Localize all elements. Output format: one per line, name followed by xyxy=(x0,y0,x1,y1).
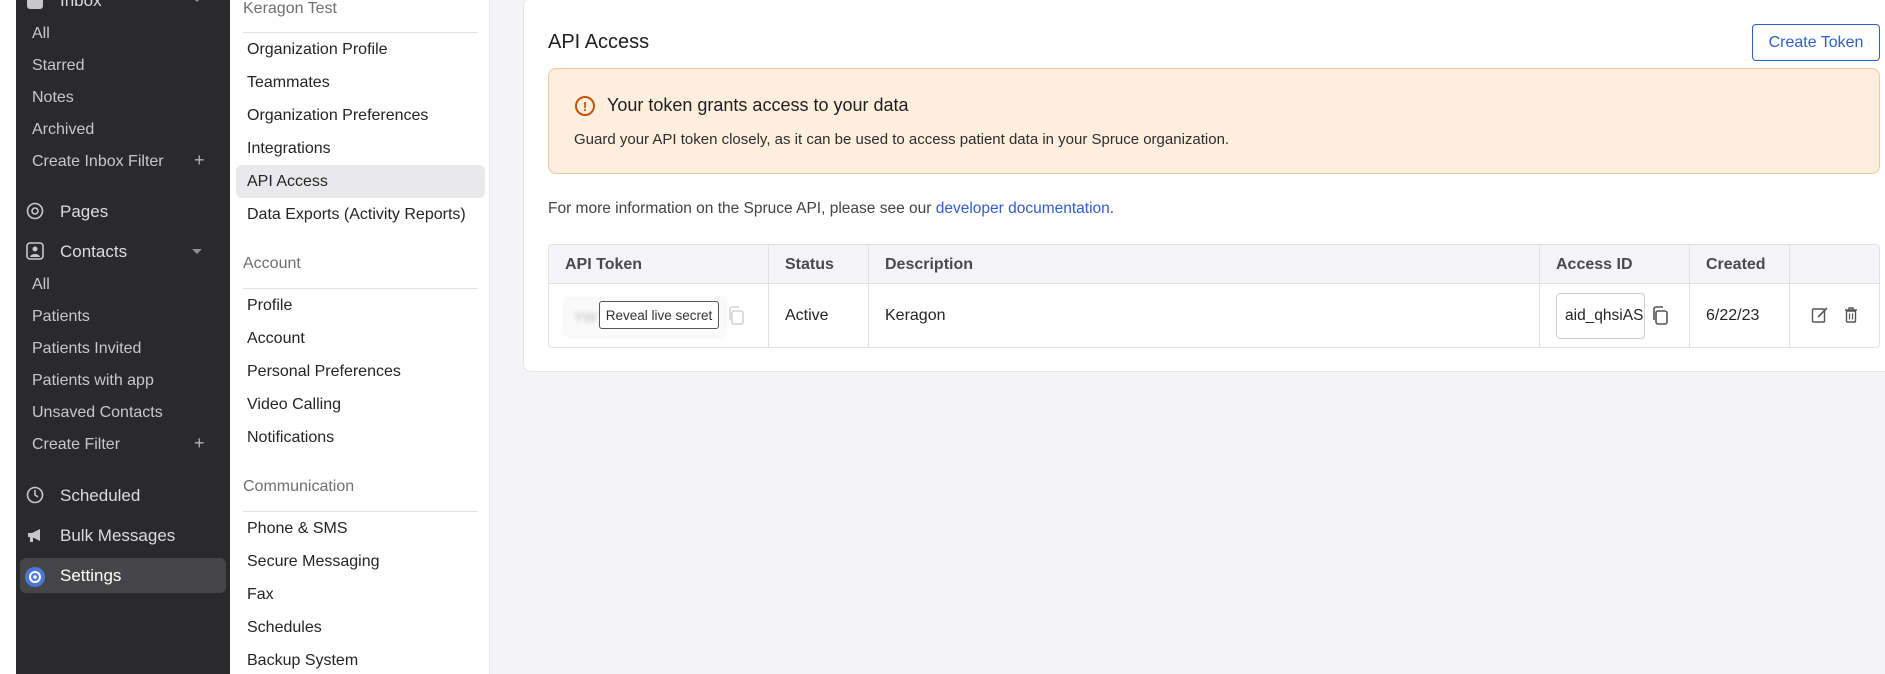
copy-token-icon[interactable] xyxy=(727,306,745,326)
nav-contacts-patients[interactable]: Patients xyxy=(32,308,90,326)
inbox-icon xyxy=(27,0,43,9)
nav-inbox-all[interactable]: All xyxy=(32,25,50,43)
settings-item-secure-messaging[interactable]: Secure Messaging xyxy=(247,553,380,571)
warning-text: Guard your API token closely, as it can … xyxy=(574,131,1230,148)
create-token-button[interactable]: Create Token xyxy=(1752,24,1880,61)
communication-heading: Communication xyxy=(243,478,355,495)
settings-item-organization-profile[interactable]: Organization Profile xyxy=(247,41,388,59)
api-token-table: API Token Status Description Access ID C… xyxy=(548,244,1880,348)
settings-item-integrations[interactable]: Integrations xyxy=(247,140,331,158)
column-divider xyxy=(1689,245,1690,347)
api-info-text: For more information on the Spruce API, … xyxy=(548,200,1114,218)
settings-item-organization-preferences[interactable]: Organization Preferences xyxy=(247,107,428,125)
settings-item-notifications[interactable]: Notifications xyxy=(247,429,334,447)
nav-inbox-archived[interactable]: Archived xyxy=(32,121,94,139)
nav-active-highlight xyxy=(20,558,226,593)
edit-icon[interactable] xyxy=(1811,306,1829,324)
divider xyxy=(243,511,478,512)
settings-item-profile[interactable]: Profile xyxy=(247,297,292,315)
create-filter[interactable]: Create Filter xyxy=(32,436,120,454)
delete-trash-icon[interactable] xyxy=(1842,306,1860,324)
scheduled-clock-icon xyxy=(26,486,44,504)
column-divider xyxy=(1539,245,1540,347)
column-divider xyxy=(868,245,869,347)
reveal-live-secret-button[interactable]: Reveal live secret xyxy=(599,301,719,329)
add-filter-icon[interactable]: + xyxy=(194,433,205,454)
developer-documentation-link[interactable]: developer documentation xyxy=(936,200,1110,217)
nav-inbox-starred[interactable]: Starred xyxy=(32,57,84,75)
token-created-date: 6/22/23 xyxy=(1706,307,1760,324)
add-inbox-filter-icon[interactable]: + xyxy=(194,150,205,171)
create-inbox-filter[interactable]: Create Inbox Filter xyxy=(32,153,164,171)
access-id-field[interactable]: aid_qhsiAS xyxy=(1556,293,1645,339)
nav-inbox-notes[interactable]: Notes xyxy=(32,89,74,107)
info-suffix: . xyxy=(1109,200,1115,217)
settings-sidebar: Keragon Test Organization Profile Teamma… xyxy=(230,0,490,674)
warning-icon: ! xyxy=(575,96,595,116)
divider xyxy=(243,32,478,33)
copy-access-id-icon[interactable] xyxy=(1651,306,1669,326)
inbox-caret-icon[interactable] xyxy=(192,0,202,2)
info-text: For more information on the Spruce API, … xyxy=(548,200,936,217)
nav-contacts-unsaved[interactable]: Unsaved Contacts xyxy=(32,404,163,422)
nav-contacts-patients-invited[interactable]: Patients Invited xyxy=(32,340,141,358)
nav-inbox[interactable]: Inbox xyxy=(60,0,102,11)
settings-item-backup-system[interactable]: Backup System xyxy=(247,652,358,670)
nav-scheduled[interactable]: Scheduled xyxy=(60,486,140,506)
column-header-description: Description xyxy=(885,256,974,273)
contacts-icon xyxy=(26,242,44,260)
token-description: Keragon xyxy=(885,307,946,324)
divider xyxy=(243,288,478,289)
nav-contacts-patients-with-app[interactable]: Patients with app xyxy=(32,372,154,390)
gear-icon xyxy=(25,567,45,587)
column-header-access-id: Access ID xyxy=(1556,256,1633,273)
column-header-status: Status xyxy=(785,256,834,273)
warning-banner: ! Your token grants access to your data … xyxy=(548,68,1880,174)
column-header-api-token: API Token xyxy=(565,256,643,273)
column-divider xyxy=(1789,245,1790,347)
settings-item-account[interactable]: Account xyxy=(247,330,305,348)
settings-item-video-calling[interactable]: Video Calling xyxy=(247,396,341,414)
token-status: Active xyxy=(785,307,829,324)
nav-bulk-messages[interactable]: Bulk Messages xyxy=(60,526,175,546)
nav-settings[interactable]: Settings xyxy=(60,566,121,586)
page-title: API Access xyxy=(548,31,650,53)
warning-title: Your token grants access to your data xyxy=(607,95,909,115)
org-name-heading: Keragon Test xyxy=(243,0,337,17)
settings-item-api-access[interactable]: API Access xyxy=(247,173,328,191)
contacts-caret-icon[interactable] xyxy=(192,249,202,254)
settings-item-phone-sms[interactable]: Phone & SMS xyxy=(247,520,348,538)
window-edge xyxy=(0,0,16,674)
table-header xyxy=(549,245,1879,284)
nav-pages[interactable]: Pages xyxy=(60,202,108,222)
nav-contacts-all[interactable]: All xyxy=(32,276,50,294)
api-token-masked: YW xyxy=(574,309,597,325)
settings-item-data-exports[interactable]: Data Exports (Activity Reports) xyxy=(247,206,466,224)
settings-item-personal-preferences[interactable]: Personal Preferences xyxy=(247,363,401,381)
main-nav-sidebar: Inbox All Starred Notes Archived Create … xyxy=(16,0,230,674)
megaphone-icon xyxy=(28,529,40,542)
column-divider xyxy=(768,245,769,347)
account-heading: Account xyxy=(243,255,301,272)
at-sign-icon xyxy=(26,202,44,220)
settings-item-schedules[interactable]: Schedules xyxy=(247,619,322,637)
settings-item-teammates[interactable]: Teammates xyxy=(247,74,330,92)
nav-contacts[interactable]: Contacts xyxy=(60,242,127,262)
settings-item-fax[interactable]: Fax xyxy=(247,586,274,604)
column-header-created: Created xyxy=(1706,256,1766,273)
